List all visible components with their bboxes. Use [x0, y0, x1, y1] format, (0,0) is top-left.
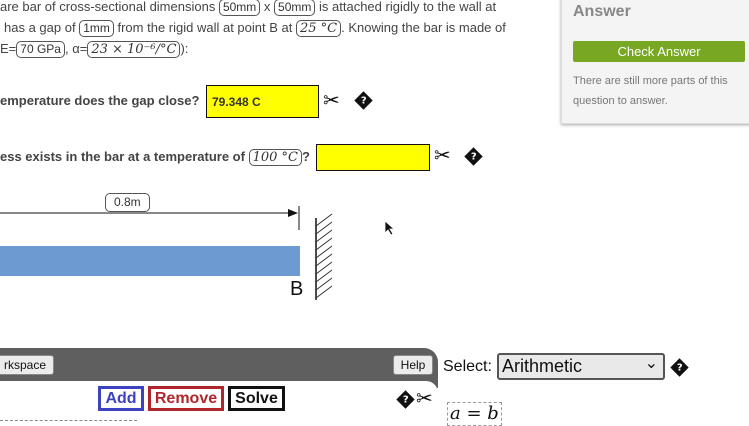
bar-diagram	[0, 206, 333, 300]
part-b-question: ess exists in the bar at a temperature o…	[0, 149, 310, 166]
operation-select-value: Arithmetic	[502, 356, 583, 376]
expression-slot[interactable]	[0, 420, 137, 422]
help-diamond-icon[interactable]: ?	[354, 91, 373, 110]
length-label: 0.8m	[105, 193, 150, 212]
help-diamond-icon[interactable]: ?	[464, 147, 483, 166]
help-diamond-icon[interactable]: ?	[670, 358, 689, 377]
part-a-answer-field[interactable]: 79.348 C	[206, 85, 319, 118]
select-label: Select:	[443, 358, 492, 375]
equation-template[interactable]: a = b	[447, 402, 502, 426]
dimension-arrow	[288, 209, 298, 217]
dimension-2-value: 50mm	[274, 0, 316, 16]
chevron-down-icon: ⌄	[644, 355, 658, 372]
modulus-value: 70 GPa	[16, 41, 65, 58]
workspace-body: Add Remove Solve ? ✂	[0, 381, 438, 426]
answer-panel: Answer Check Answer There are still more…	[561, 0, 749, 124]
dimension-1-value: 50mm	[218, 0, 261, 16]
question-line-3: E= 70 GPa, α= 23 × 10⁻⁶/°C):	[0, 41, 189, 58]
part-b-answer-field[interactable]	[316, 144, 430, 171]
help-button[interactable]: Help	[393, 355, 433, 375]
scissors-icon[interactable]: ✂	[416, 389, 433, 409]
remove-button[interactable]: Remove	[148, 386, 224, 411]
solve-button[interactable]: Solve	[228, 386, 285, 411]
mouse-cursor-icon	[384, 220, 396, 236]
operation-select[interactable]: Arithmetic ⌄	[497, 353, 665, 380]
bar	[0, 246, 300, 276]
answer-title: Answer	[573, 3, 631, 20]
add-button[interactable]: Add	[98, 386, 144, 411]
gap-value: 1mm	[79, 20, 114, 37]
tab-workspace[interactable]: rkspace	[0, 355, 54, 375]
part-b-temperature-value: 100 °C	[248, 149, 302, 166]
wall-hatching	[315, 213, 333, 299]
help-diamond-icon[interactable]: ?	[396, 390, 415, 409]
question-line-1: are bar of cross-sectional dimensions 50…	[0, 0, 497, 16]
answer-note: There are still more parts of this quest…	[573, 75, 728, 107]
scissors-icon[interactable]: ✂	[323, 91, 340, 111]
point-b-label: B	[290, 278, 304, 300]
scissors-icon[interactable]: ✂	[434, 146, 451, 166]
question-line-2: has a gap of 1mm from the rigid wall at …	[4, 20, 506, 37]
check-answer-button[interactable]: Check Answer	[573, 41, 745, 62]
part-a-question: emperature does the gap close?	[0, 93, 200, 108]
alpha-value: 23 × 10⁻⁶/°C	[87, 41, 181, 58]
initial-temperature-value: 25 °C	[295, 20, 342, 37]
